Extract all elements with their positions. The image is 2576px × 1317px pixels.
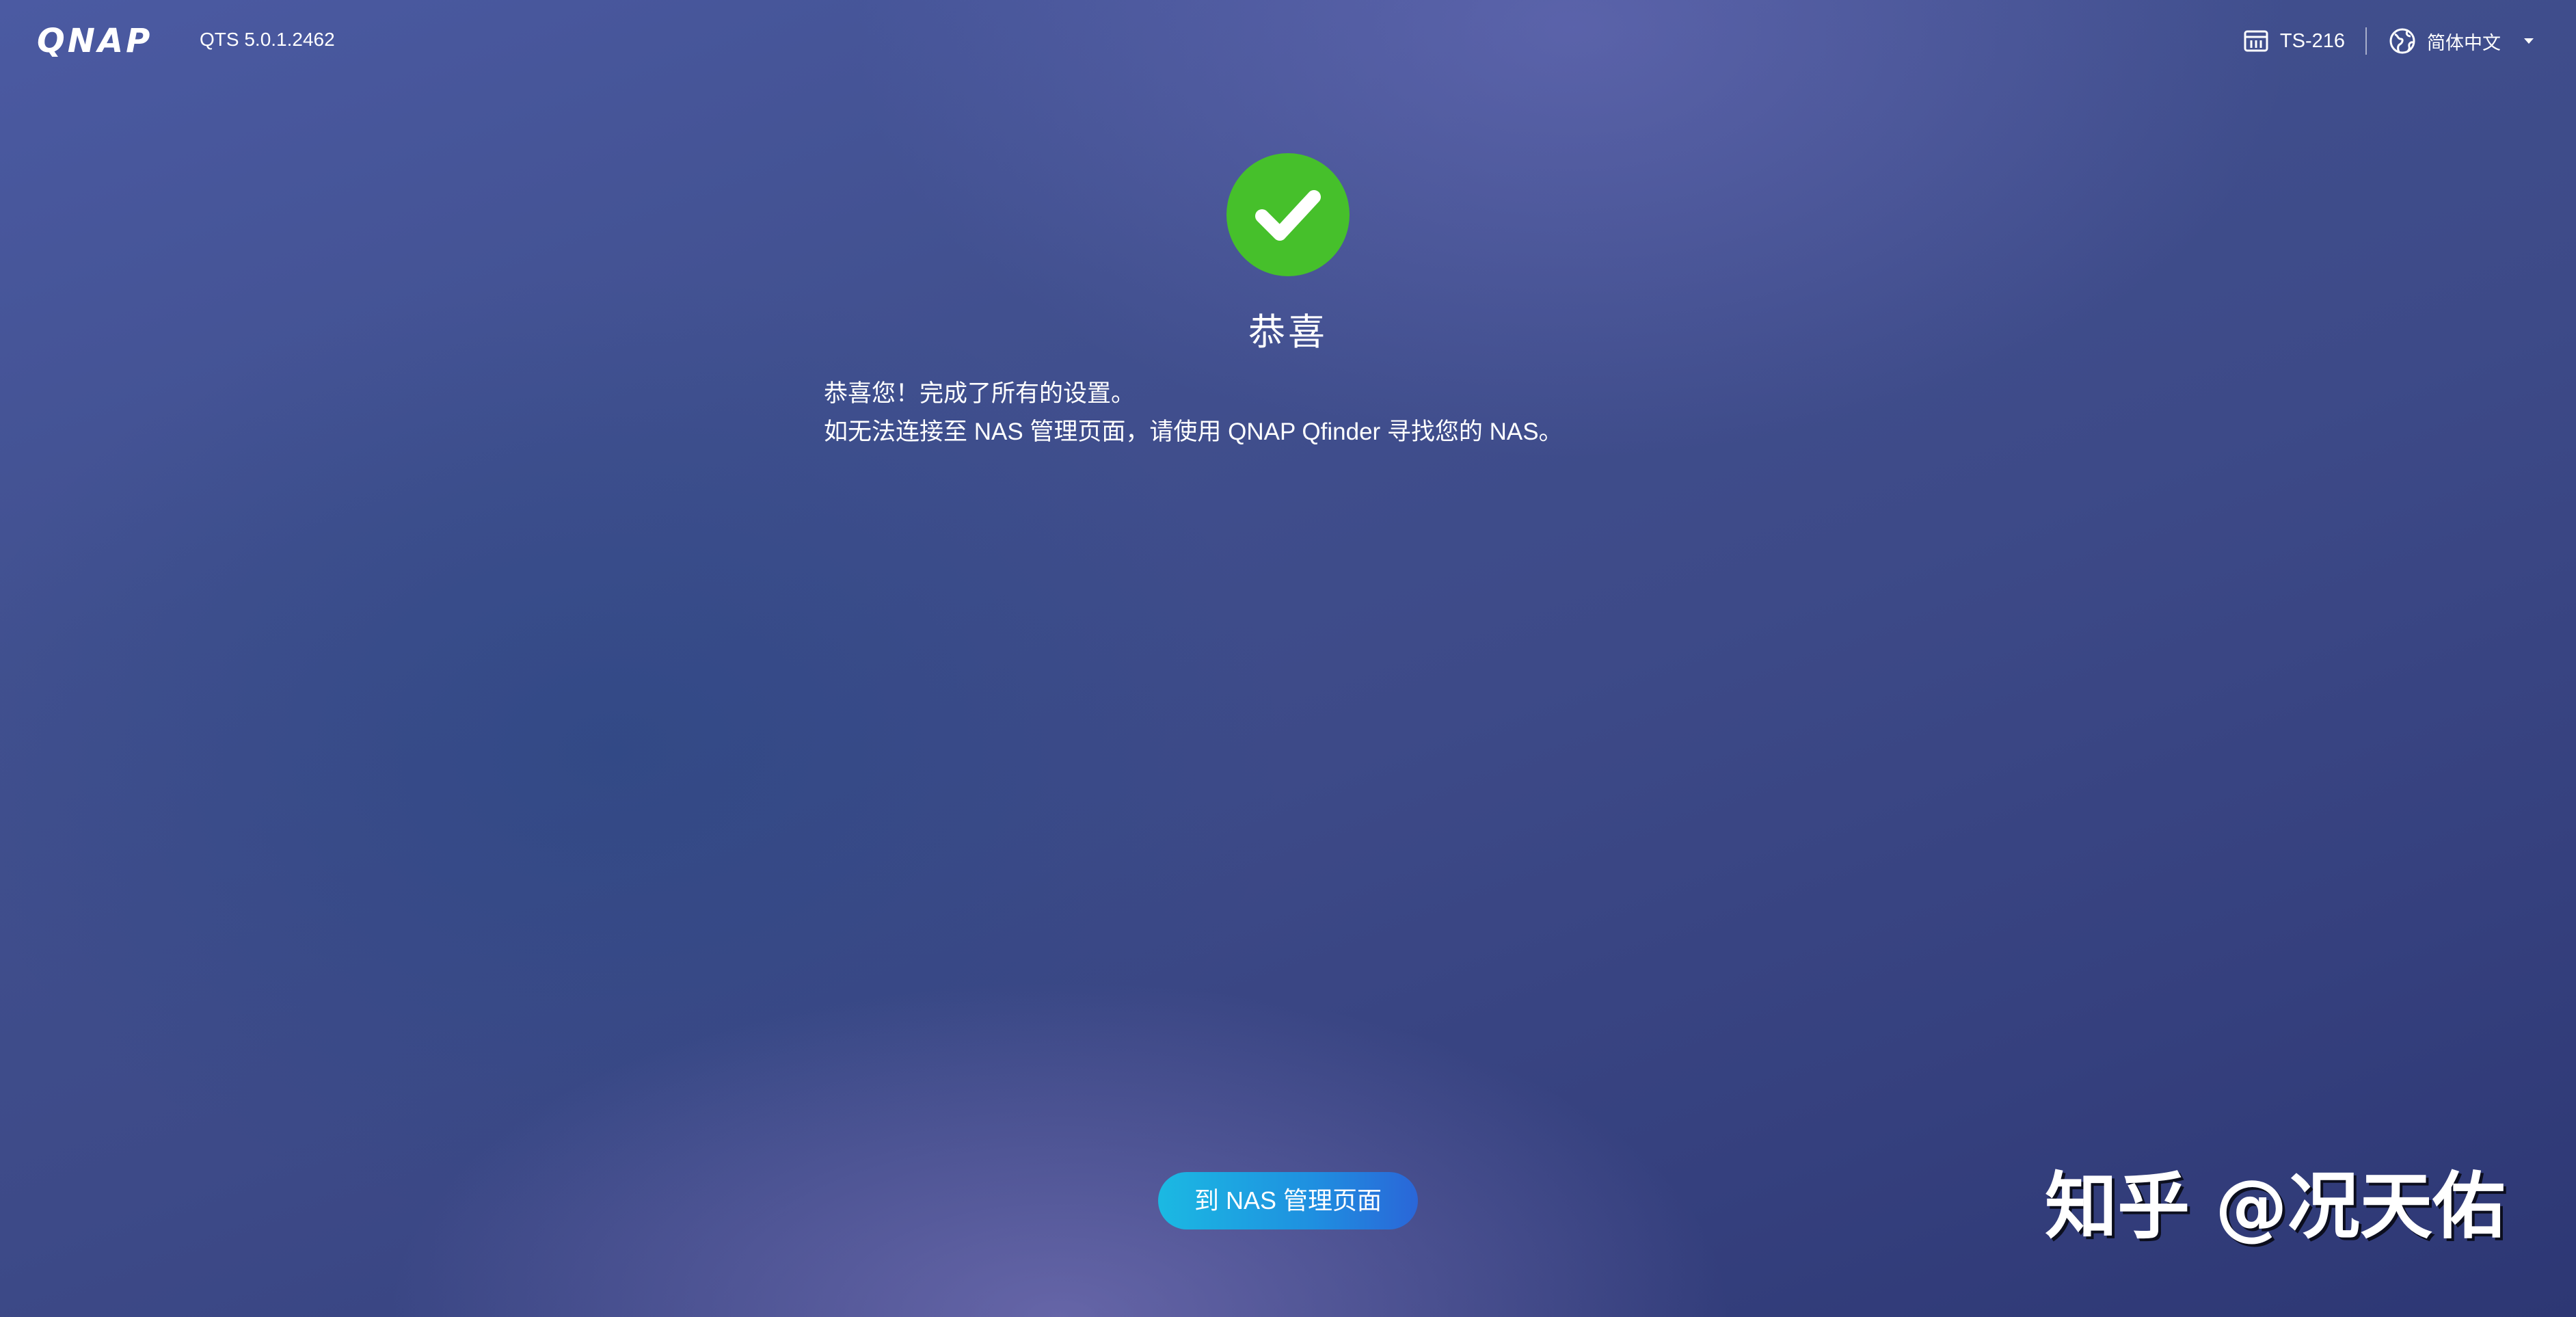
nas-device-icon bbox=[2243, 28, 2269, 54]
go-to-nas-admin-button[interactable]: 到 NAS 管理页面 bbox=[1158, 1172, 1418, 1229]
header-right-group: TS-216 简体中文 bbox=[2243, 25, 2534, 57]
qnap-logo: QNAP bbox=[37, 22, 153, 60]
check-circle-icon bbox=[1226, 153, 1350, 276]
top-header: QNAP QTS 5.0.1.2462 TS-216 简体中文 bbox=[0, 0, 2576, 82]
message-line-complete: 恭喜您！完成了所有的设置。 bbox=[824, 380, 1136, 407]
language-selector[interactable]: 简体中文 bbox=[2389, 27, 2534, 55]
language-label: 简体中文 bbox=[2427, 32, 2501, 53]
watermark: 知乎 @况天佑 bbox=[2045, 1165, 2505, 1249]
chevron-down-icon bbox=[2524, 38, 2534, 44]
os-version: QTS 5.0.1.2462 bbox=[200, 29, 335, 50]
page-title: 恭喜 bbox=[1248, 312, 1328, 353]
globe-icon bbox=[2389, 27, 2416, 55]
device-model-label: TS-216 bbox=[2279, 29, 2345, 52]
device-model: TS-216 bbox=[2243, 28, 2345, 54]
completion-message: 恭喜您！完成了所有的设置。 如无法连接至 NAS 管理页面，请使用 QNAP Q… bbox=[824, 375, 1563, 451]
message-line-qfinder-hint: 如无法连接至 NAS 管理页面，请使用 QNAP Qfinder 寻找您的 NA… bbox=[824, 418, 1563, 445]
header-divider bbox=[2365, 27, 2367, 55]
